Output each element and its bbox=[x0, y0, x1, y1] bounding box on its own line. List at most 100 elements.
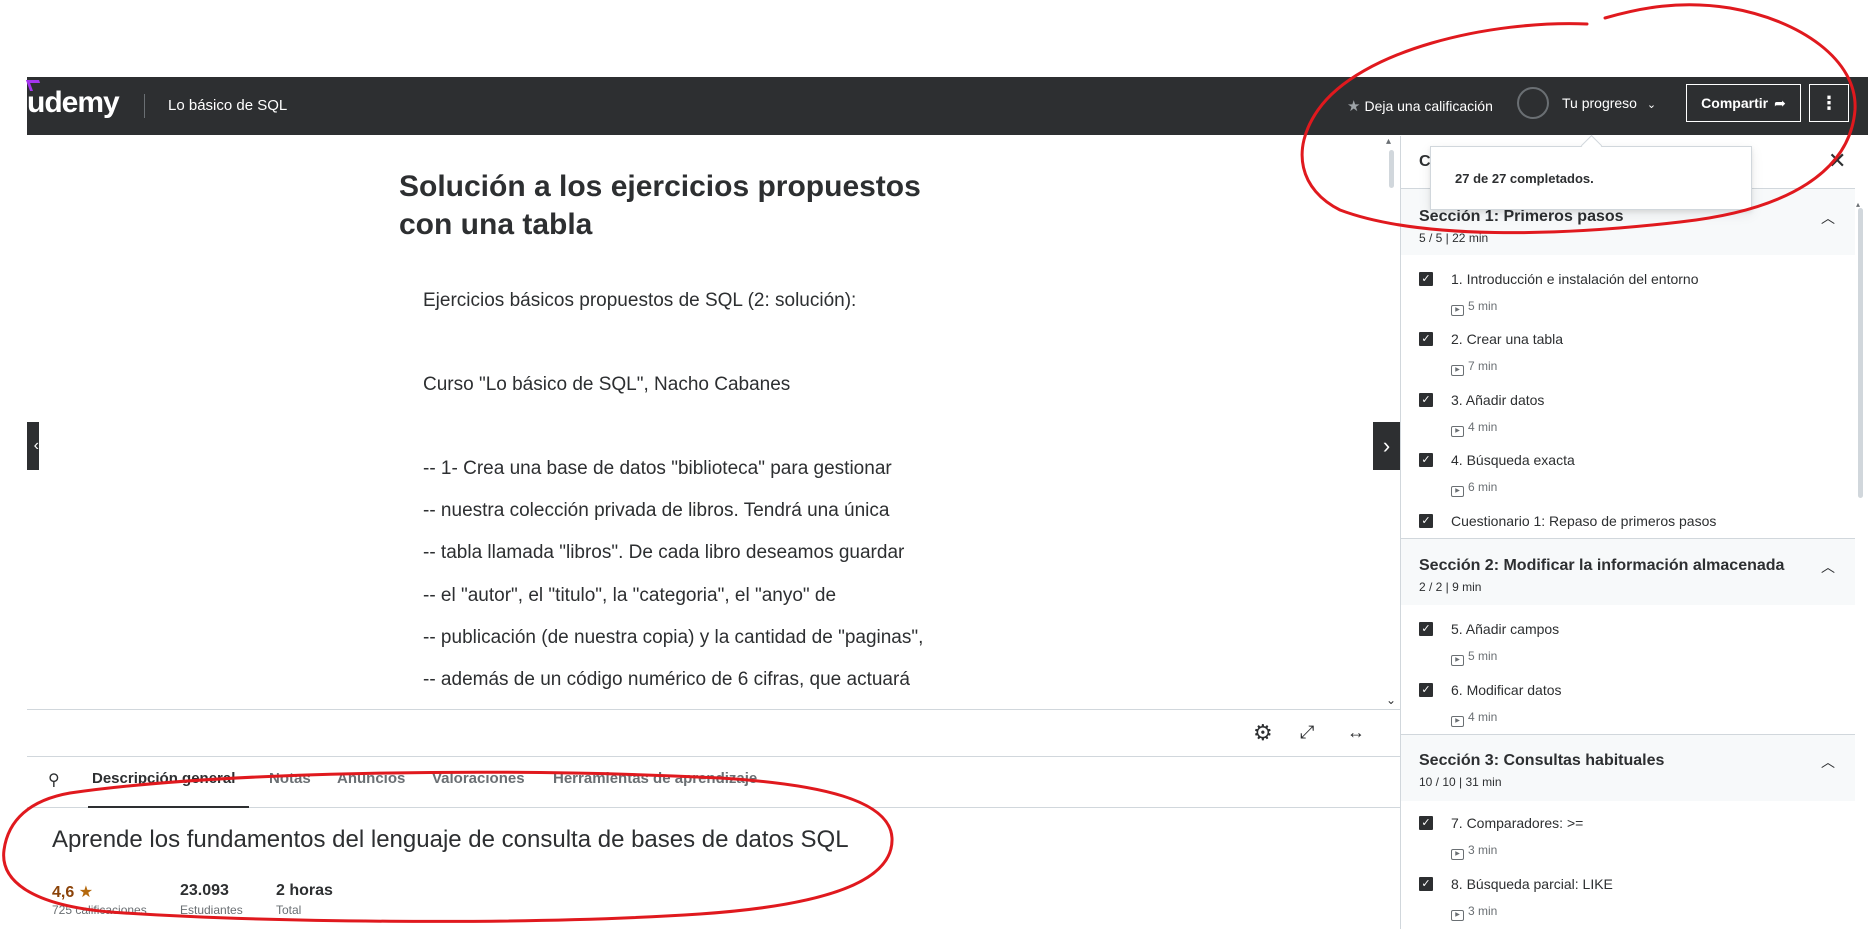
rating-stat: 4,6 ★ bbox=[52, 882, 93, 902]
lecture-duration: ▶ 3 min bbox=[1451, 843, 1498, 860]
active-tab-indicator bbox=[88, 806, 249, 808]
completed-checkbox[interactable]: ✓ bbox=[1419, 272, 1433, 286]
chevron-up-icon[interactable]: ︿ bbox=[1821, 752, 1835, 772]
lecture-item[interactable]: 2. Crear una tabla bbox=[1451, 331, 1563, 347]
rating-count: 725 calificaciones bbox=[52, 903, 147, 917]
video-icon: ▶ bbox=[1451, 426, 1464, 437]
tab-reviews[interactable]: Valoraciones bbox=[432, 770, 525, 787]
leave-rating-button[interactable]: ★ Deja una calificación bbox=[1347, 97, 1493, 115]
completed-checkbox[interactable]: ✓ bbox=[1419, 816, 1433, 830]
completed-checkbox[interactable]: ✓ bbox=[1419, 453, 1433, 467]
star-icon: ★ bbox=[1347, 98, 1361, 115]
tab-overview[interactable]: Descripción general bbox=[92, 770, 235, 787]
lecture-duration: ▶ 5 min bbox=[1451, 649, 1498, 666]
scroll-down-arrow[interactable]: ⌄ bbox=[1386, 693, 1396, 707]
lecture-item[interactable]: 7. Comparadores: >= bbox=[1451, 815, 1583, 831]
section-title[interactable]: Sección 2: Modificar la información alma… bbox=[1419, 557, 1784, 575]
chevron-up-icon[interactable]: ︿ bbox=[1821, 557, 1835, 577]
duration-text: 5 min bbox=[1468, 299, 1498, 313]
course-content-sidebar: C ✕ ▴ Sección 1: Primeros pasos 5 / 5 | … bbox=[1400, 136, 1868, 929]
video-icon: ▶ bbox=[1451, 365, 1464, 376]
video-icon: ▶ bbox=[1451, 910, 1464, 921]
video-icon: ▶ bbox=[1451, 716, 1464, 727]
duration-text: 6 min bbox=[1468, 480, 1498, 494]
progress-label: Tu progreso bbox=[1562, 95, 1637, 111]
leave-rating-label: Deja una calificación bbox=[1364, 98, 1493, 114]
close-icon[interactable]: ✕ bbox=[1828, 148, 1846, 174]
section-meta: 2 / 2 | 9 min bbox=[1419, 580, 1482, 594]
content-scrollbar-thumb[interactable] bbox=[1389, 150, 1394, 188]
more-options-button[interactable]: ⋮ bbox=[1809, 84, 1849, 122]
lecture-item[interactable]: 5. Añadir campos bbox=[1451, 621, 1559, 637]
top-bar: udemy Lo básico de SQL ★ Deja una calific… bbox=[25, 77, 1868, 135]
settings-gear-icon[interactable]: ⚙ bbox=[1253, 720, 1273, 746]
tab-announcements[interactable]: Anuncios bbox=[337, 770, 405, 787]
next-lecture-button[interactable]: › bbox=[1373, 422, 1400, 470]
udemy-logo[interactable]: udemy bbox=[25, 80, 120, 120]
rating-value: 4,6 bbox=[52, 884, 75, 901]
completed-checkbox[interactable]: ✓ bbox=[1419, 332, 1433, 346]
students-value: 23.093 bbox=[180, 882, 229, 899]
lecture-item[interactable]: 4. Búsqueda exacta bbox=[1451, 452, 1575, 468]
duration-text: 7 min bbox=[1468, 359, 1498, 373]
tab-learning-tools[interactable]: Herramientas de aprendizaje bbox=[553, 770, 757, 787]
scroll-up-arrow[interactable]: ▴ bbox=[1386, 136, 1391, 147]
lecture-title: Solución a los ejercicios propuestos con… bbox=[399, 168, 999, 244]
lecture-duration: ▶ 6 min bbox=[1451, 480, 1498, 497]
completed-checkbox[interactable]: ✓ bbox=[1419, 877, 1433, 891]
lecture-duration: ▶ 4 min bbox=[1451, 710, 1498, 727]
completed-checkbox[interactable]: ✓ bbox=[1419, 393, 1433, 407]
duration-text: 5 min bbox=[1468, 649, 1498, 663]
duration-value: 2 horas bbox=[276, 882, 333, 899]
quiz-item[interactable]: Cuestionario 1: Repaso de primeros pasos bbox=[1451, 513, 1716, 529]
expand-width-icon[interactable]: ↔ bbox=[1347, 722, 1365, 743]
duration-text: 3 min bbox=[1468, 843, 1498, 857]
completed-checkbox[interactable]: ✓ bbox=[1419, 683, 1433, 697]
sidebar-heading: C bbox=[1419, 153, 1431, 170]
share-label: Compartir bbox=[1701, 95, 1769, 111]
course-title-link[interactable]: Lo básico de SQL bbox=[168, 97, 287, 114]
tab-notes[interactable]: Notas bbox=[269, 770, 311, 787]
toolbar-divider bbox=[27, 756, 1400, 757]
duration-text: 4 min bbox=[1468, 710, 1498, 724]
duration-label: Total bbox=[276, 903, 302, 917]
chevron-right-icon: › bbox=[1382, 433, 1391, 458]
lecture-line: Ejercicios básicos propuestos de SQL (2:… bbox=[423, 290, 857, 311]
fullscreen-icon[interactable]: ⤢ bbox=[1300, 722, 1314, 743]
lecture-duration: ▶ 3 min bbox=[1451, 904, 1498, 921]
lecture-duration: ▶ 4 min bbox=[1451, 420, 1498, 437]
sidebar-scrollbar-thumb[interactable] bbox=[1858, 208, 1863, 498]
video-icon: ▶ bbox=[1451, 305, 1464, 316]
lecture-line: Curso "Lo básico de SQL", Nacho Cabanes bbox=[423, 374, 791, 395]
share-button[interactable]: Compartir ➦ bbox=[1686, 84, 1801, 122]
lecture-line: -- además de un código numérico de 6 cif… bbox=[423, 669, 910, 690]
video-icon: ▶ bbox=[1451, 849, 1464, 860]
duration-text: 3 min bbox=[1468, 904, 1498, 918]
chevron-down-icon: ⌄ bbox=[1646, 99, 1657, 111]
lecture-duration: ▶ 5 min bbox=[1451, 299, 1498, 316]
header-divider bbox=[144, 94, 145, 118]
search-icon[interactable]: ⚲ bbox=[48, 770, 60, 790]
share-arrow-icon: ➦ bbox=[1774, 94, 1786, 111]
lecture-line: -- 1- Crea una base de datos "biblioteca… bbox=[423, 458, 892, 479]
section-title[interactable]: Sección 3: Consultas habituales bbox=[1419, 752, 1664, 770]
lecture-item[interactable]: 6. Modificar datos bbox=[1451, 682, 1562, 698]
lecture-line: -- tabla llamada "libros". De cada libro… bbox=[423, 542, 905, 563]
progress-popover-text: 27 de 27 completados. bbox=[1455, 171, 1594, 186]
section-title[interactable]: Sección 1: Primeros pasos bbox=[1419, 208, 1624, 226]
lecture-item[interactable]: 3. Añadir datos bbox=[1451, 392, 1544, 408]
completed-checkbox[interactable]: ✓ bbox=[1419, 514, 1433, 528]
lecture-line: -- el "autor", el "titulo", la "categori… bbox=[423, 585, 837, 606]
progress-dropdown[interactable]: Tu progreso ⌄ bbox=[1562, 95, 1656, 111]
students-label: Estudiantes bbox=[180, 903, 243, 917]
lecture-item[interactable]: 1. Introducción e instalación del entorn… bbox=[1451, 271, 1699, 287]
lecture-item[interactable]: 8. Búsqueda parcial: LIKE bbox=[1451, 876, 1613, 892]
chevron-up-icon[interactable]: ︿ bbox=[1821, 208, 1835, 228]
previous-lecture-button[interactable]: ‹ bbox=[27, 422, 39, 470]
lecture-title-line-1: Solución a los ejercicios propuestos bbox=[399, 170, 921, 203]
duration-text: 4 min bbox=[1468, 420, 1498, 434]
lecture-line: -- nuestra colección privada de libros. … bbox=[423, 500, 890, 521]
progress-ring-icon[interactable] bbox=[1517, 87, 1549, 119]
completed-checkbox[interactable]: ✓ bbox=[1419, 622, 1433, 636]
lecture-line: -- publicación (de nuestra copia) y la c… bbox=[423, 627, 924, 648]
